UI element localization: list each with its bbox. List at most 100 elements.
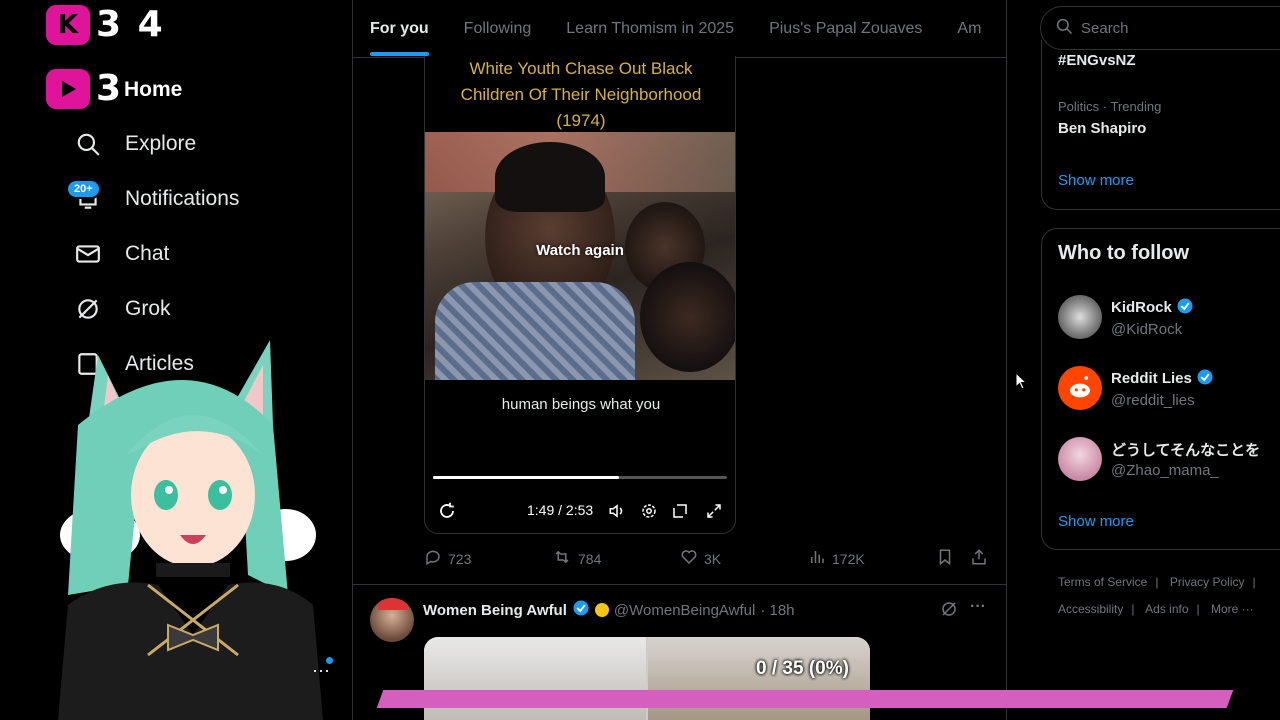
video-time: 1:49 / 2:53	[527, 502, 594, 518]
tweet-actions: 723 784 3K 172K	[424, 548, 994, 572]
verified-icon	[1176, 297, 1194, 319]
follow-handle: @Zhao_mama_	[1111, 462, 1219, 479]
grok-icon	[74, 295, 102, 323]
reply-button[interactable]: 723	[424, 548, 471, 569]
video-title-line-1: White Youth Chase Out Black	[469, 59, 693, 78]
follow-item-kidrock[interactable]: KidRock @KidRock	[1058, 295, 1194, 339]
emoji-icon	[594, 603, 609, 617]
pip-icon[interactable]	[670, 501, 690, 521]
video-controls: 1:49 / 2:53	[425, 496, 735, 526]
trend-category: Politics · Trending	[1058, 99, 1162, 114]
follow-item-reddit-lies[interactable]: Reddit Lies @reddit_lies	[1058, 366, 1214, 410]
reddit-icon	[1058, 366, 1102, 410]
vtuber-avatar	[58, 340, 323, 720]
avatar	[1058, 437, 1102, 481]
tab-for-you[interactable]: For you	[370, 0, 429, 57]
divider-right	[1006, 0, 1007, 720]
video-progress-fill	[433, 476, 620, 479]
nav-explore-label: Explore	[125, 132, 197, 155]
divider-left	[352, 0, 353, 720]
video-player[interactable]: White Youth Chase Out Black Children Of …	[424, 56, 736, 534]
who-to-follow-show-more[interactable]: Show more	[1058, 513, 1134, 530]
timeline-tabs: For you Following Learn Thomism in 2025 …	[353, 0, 1007, 58]
footer-terms[interactable]: Terms of Service	[1058, 575, 1147, 589]
bookmark-icon	[936, 548, 954, 569]
nav-home[interactable]: Home	[124, 78, 182, 102]
tweet2-time[interactable]: · 18h	[760, 602, 794, 619]
frame-figure	[435, 282, 635, 380]
reply-icon	[424, 548, 442, 569]
stream-counter-1-value: 3 4	[96, 4, 165, 45]
video-frame: Watch again	[425, 132, 735, 380]
nav-notifications-label: Notifications	[125, 187, 240, 210]
tab-am[interactable]: Am	[957, 0, 981, 57]
avatar[interactable]	[370, 598, 414, 642]
tweet2-handle[interactable]: @WomenBeingAwful	[614, 602, 755, 619]
trend-hashtag[interactable]: #ENGvsNZ	[1058, 52, 1136, 69]
nav-chat-label: Chat	[125, 242, 170, 265]
nav-chat[interactable]: Chat	[74, 234, 169, 274]
stream-goal-progress-bar	[376, 690, 1234, 708]
follow-handle: @KidRock	[1111, 320, 1183, 338]
footer-links-row-2: Accessibility | Ads info | More ···	[1058, 602, 1254, 616]
share-button[interactable]	[970, 548, 988, 569]
footer-links-row-1: Terms of Service | Privacy Policy |	[1058, 575, 1256, 589]
follow-item-zhao-mama[interactable]: どうしてそんなことを @Zhao_mama_	[1058, 437, 1260, 481]
tab-following[interactable]: Following	[464, 0, 532, 57]
trends-show-more[interactable]: Show more	[1058, 172, 1134, 189]
footer-more[interactable]: More ···	[1211, 602, 1254, 616]
video-title: White Youth Chase Out Black Children Of …	[425, 56, 735, 134]
like-button[interactable]: 3K	[680, 548, 721, 569]
stream-counter-2: 3	[46, 68, 123, 109]
tab-papal-zouaves[interactable]: Pius's Papal Zouaves	[769, 0, 922, 57]
views-count: 172K	[832, 550, 865, 567]
replay-icon[interactable]	[437, 501, 457, 521]
avatar-hat	[378, 598, 408, 610]
k-logo-icon: K	[46, 4, 90, 45]
video-caption: human beings what you	[501, 396, 661, 413]
video-progress[interactable]	[433, 476, 727, 479]
play-logo-icon	[46, 68, 90, 109]
unread-dot	[326, 657, 333, 664]
bookmark-button[interactable]	[936, 548, 954, 569]
search-input[interactable]	[1081, 19, 1261, 37]
share-icon	[970, 548, 988, 569]
reply-count: 723	[448, 550, 472, 567]
video-title-line-3: (1974)	[556, 111, 606, 130]
like-icon	[680, 548, 698, 569]
verified-icon	[1196, 368, 1214, 390]
footer-ads-info[interactable]: Ads info	[1145, 602, 1188, 616]
stream-goal-progress-label: 0 / 35 (0%)	[756, 658, 849, 679]
mail-icon	[74, 240, 102, 268]
tweet2-author-name[interactable]: Women Being Awful	[423, 602, 567, 619]
nav-explore[interactable]: Explore	[74, 124, 196, 164]
stream-counter-2-value: 3	[96, 68, 124, 109]
repost-button[interactable]: 784	[552, 548, 601, 569]
footer-privacy[interactable]: Privacy Policy	[1170, 575, 1245, 589]
nav-grok-label: Grok	[125, 297, 171, 320]
views-icon	[808, 548, 826, 569]
watch-again-button[interactable]: Watch again	[520, 242, 640, 259]
footer-accessibility[interactable]: Accessibility	[1058, 602, 1123, 616]
grok-icon[interactable]	[940, 600, 958, 623]
tweet-divider	[353, 584, 1007, 585]
follow-name: KidRock	[1111, 299, 1172, 316]
views-button[interactable]: 172K	[808, 548, 865, 569]
frame-figure	[495, 142, 605, 212]
volume-icon[interactable]	[607, 501, 627, 521]
more-icon[interactable]: ···	[970, 598, 986, 616]
tweet2-header: Women Being Awful @WomenBeingAwful · 18h	[423, 599, 795, 621]
search-icon	[74, 130, 102, 158]
fullscreen-icon[interactable]	[704, 501, 724, 521]
settings-icon[interactable]	[639, 501, 659, 521]
frame-figure	[640, 262, 735, 372]
trend-name[interactable]: Ben Shapiro	[1058, 120, 1146, 137]
tab-learn-thomism[interactable]: Learn Thomism in 2025	[566, 0, 734, 57]
notifications-badge: 20+	[66, 179, 101, 199]
nav-grok[interactable]: Grok	[74, 289, 171, 329]
repost-count: 784	[578, 550, 602, 567]
search-icon	[1055, 17, 1073, 40]
cursor-icon	[1015, 371, 1028, 395]
verified-icon	[572, 599, 590, 621]
stream-counter-1: K 3 4	[46, 4, 165, 45]
